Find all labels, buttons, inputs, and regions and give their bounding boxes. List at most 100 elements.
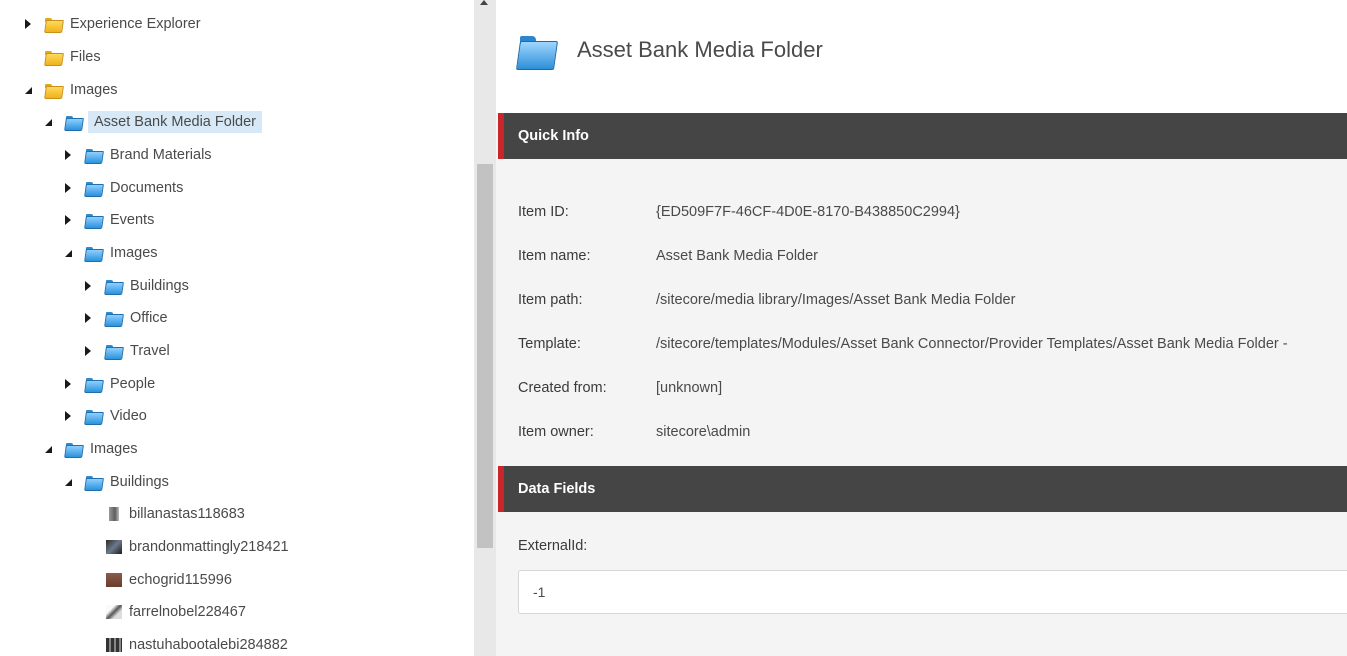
folder-icon — [105, 278, 123, 294]
tree-scrollbar[interactable] — [474, 0, 496, 656]
folder-icon — [105, 310, 123, 326]
expand-arrow-icon[interactable] — [62, 378, 74, 390]
tree-item-images-sub[interactable]: Images — [62, 240, 158, 266]
info-row-item-path: Item path: /sitecore/media library/Image… — [518, 289, 1015, 311]
expand-arrow-icon[interactable] — [22, 18, 34, 30]
collapse-arrow-icon[interactable] — [22, 84, 34, 96]
tree-item-buildings-2[interactable]: Buildings — [62, 469, 169, 495]
expand-arrow-icon[interactable] — [62, 410, 74, 422]
folder-icon — [45, 82, 63, 98]
tree-item-label: Buildings — [130, 278, 189, 294]
image-thumbnail-icon — [106, 605, 122, 619]
scroll-up-arrow-icon[interactable] — [480, 0, 488, 5]
folder-icon — [85, 147, 103, 163]
collapse-arrow-icon[interactable] — [62, 476, 74, 488]
info-key: Template: — [518, 336, 581, 352]
collapse-arrow-icon[interactable] — [42, 116, 54, 128]
tree-item-video[interactable]: Video — [62, 403, 147, 429]
item-title: Asset Bank Media Folder — [577, 37, 823, 62]
expand-arrow-icon[interactable] — [82, 312, 94, 324]
tree-item-label: Documents — [110, 180, 184, 196]
external-id-label: ExternalId: — [518, 538, 588, 554]
image-thumbnail-icon — [106, 573, 122, 587]
external-id-input[interactable] — [518, 570, 1347, 614]
tree-item-label: Files — [70, 49, 101, 65]
tree-item-label: brandonmattingly218421 — [129, 539, 289, 555]
folder-icon — [45, 16, 63, 32]
folder-icon — [85, 180, 103, 196]
tree-item-images[interactable]: Images — [22, 77, 118, 103]
section-title: Quick Info — [518, 128, 589, 144]
folder-icon — [518, 34, 558, 70]
info-value: [unknown] — [656, 380, 723, 396]
tree-item-travel[interactable]: Travel — [82, 338, 170, 364]
expand-arrow-icon[interactable] — [62, 214, 74, 226]
tree-item-events[interactable]: Events — [62, 207, 154, 233]
data-fields-section-header[interactable]: Data Fields — [498, 466, 1347, 512]
tree-item-asset-bank-media-folder[interactable]: Asset Bank Media Folder — [42, 109, 262, 135]
tree-item-image[interactable]: brandonmattingly218421 — [82, 534, 289, 560]
image-thumbnail-icon — [106, 540, 122, 554]
info-value: Asset Bank Media Folder — [656, 248, 818, 264]
item-header: Asset Bank Media Folder — [496, 0, 1347, 113]
tree-item-label: billanastas118683 — [129, 506, 245, 522]
info-row-template: Template: /sitecore/templates/Modules/As… — [518, 333, 1288, 355]
folder-icon — [85, 212, 103, 228]
template-link[interactable]: /sitecore/templates/Modules/Asset Bank C… — [656, 336, 1288, 352]
tree-item-office[interactable]: Office — [82, 305, 168, 331]
tree-item-label: nastuhabootalebi284882 — [129, 637, 288, 653]
expand-arrow-icon[interactable] — [62, 149, 74, 161]
tree-item-label: farrelnobel228467 — [129, 604, 246, 620]
collapse-arrow-icon[interactable] — [62, 247, 74, 259]
folder-icon — [85, 408, 103, 424]
info-key: Item owner: — [518, 424, 594, 440]
tree-item-images-2[interactable]: Images — [42, 436, 138, 462]
info-row-item-owner: Item owner: sitecore\admin — [518, 421, 750, 443]
image-thumbnail-icon — [109, 507, 119, 521]
tree-item-experience-explorer[interactable]: Experience Explorer — [22, 11, 201, 37]
info-key: Item ID: — [518, 204, 569, 220]
folder-icon — [85, 376, 103, 392]
expand-arrow-icon[interactable] — [82, 280, 94, 292]
tree-item-label: Video — [110, 408, 147, 424]
tree-item-label: Brand Materials — [110, 147, 212, 163]
tree-item-label: Office — [130, 310, 168, 326]
collapse-arrow-icon[interactable] — [42, 443, 54, 455]
expand-arrow-icon[interactable] — [62, 182, 74, 194]
tree-item-label: People — [110, 376, 156, 392]
quick-info-section-header[interactable]: Quick Info — [498, 113, 1347, 159]
tree-item-image[interactable]: billanastas118683 — [82, 501, 245, 527]
tree-item-label: Images — [90, 441, 138, 457]
info-row-item-name: Item name: Asset Bank Media Folder — [518, 245, 818, 267]
tree-item-image[interactable]: farrelnobel228467 — [82, 599, 246, 625]
tree-item-label: Events — [110, 212, 155, 228]
tree-item-files[interactable]: Files — [22, 44, 101, 70]
tree-item-label: Images — [110, 245, 158, 261]
expand-arrow-icon[interactable] — [82, 345, 94, 357]
info-value: {ED509F7F-46CF-4D0E-8170-B438850C2994} — [656, 204, 960, 220]
tree-item-label: Asset Bank Media Folder — [88, 111, 262, 133]
section-title: Data Fields — [518, 481, 596, 497]
folder-icon — [45, 49, 63, 65]
scrollbar-thumb[interactable] — [477, 164, 493, 548]
tree-item-label: Experience Explorer — [70, 16, 201, 32]
tree-item-label: Buildings — [110, 474, 169, 490]
info-key: Created from: — [518, 380, 607, 396]
tree-item-image[interactable]: echogrid115996 — [82, 567, 232, 593]
content-tree: Experience Explorer Files Images Asset B… — [0, 0, 474, 656]
tree-item-documents[interactable]: Documents — [62, 175, 183, 201]
folder-icon — [105, 343, 123, 359]
tree-item-label: Images — [70, 82, 118, 98]
tree-item-brand-materials[interactable]: Brand Materials — [62, 142, 212, 168]
tree-item-image[interactable]: nastuhabootalebi284882 — [82, 632, 288, 656]
tree-item-buildings[interactable]: Buildings — [82, 273, 189, 299]
tree-item-people[interactable]: People — [62, 371, 155, 397]
info-row-created-from: Created from: [unknown] — [518, 377, 722, 399]
tree-item-label: echogrid115996 — [129, 572, 232, 588]
info-value: /sitecore/media library/Images/Asset Ban… — [656, 292, 1016, 308]
image-thumbnail-icon — [106, 638, 122, 652]
info-value: sitecore\admin — [656, 424, 751, 440]
info-key: Item name: — [518, 248, 591, 264]
info-key: Item path: — [518, 292, 583, 308]
folder-icon — [85, 474, 103, 490]
